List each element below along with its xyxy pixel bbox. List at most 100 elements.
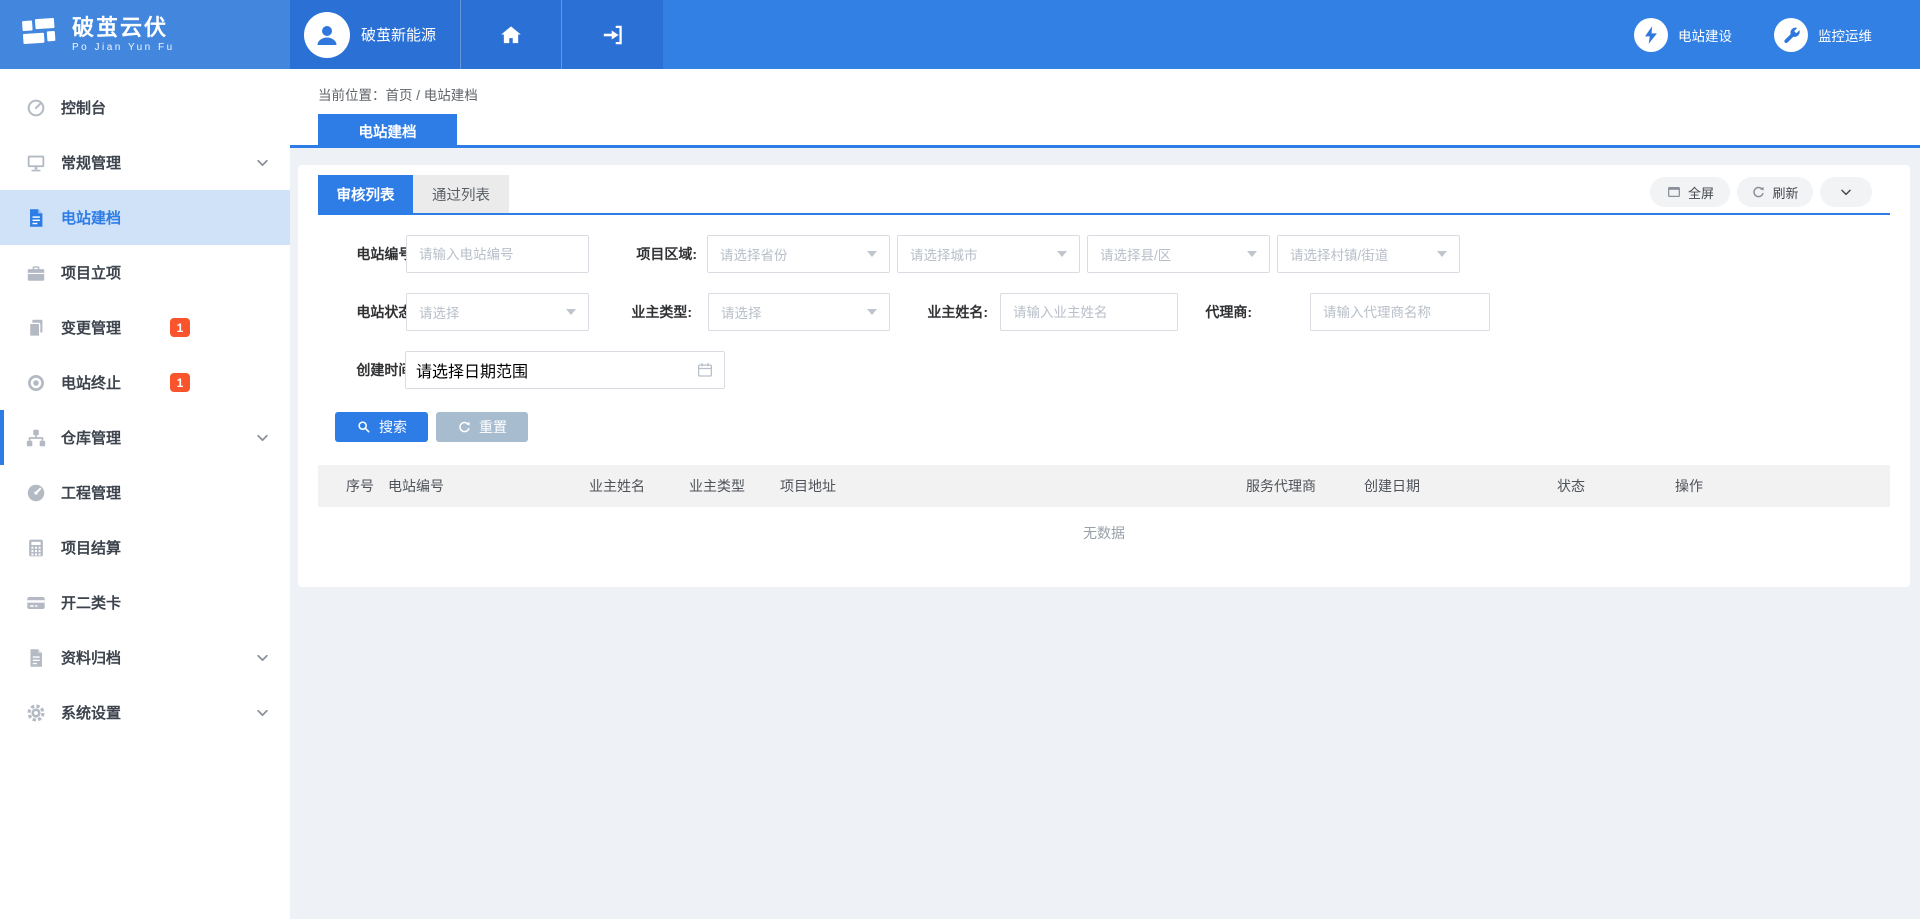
caret-down-icon [566, 309, 576, 315]
search-button[interactable]: 搜索 [335, 412, 428, 442]
agent-label: 代理商: [1153, 293, 1252, 331]
active-indicator-bar [0, 410, 4, 465]
user-name: 破茧新能源 [361, 24, 436, 45]
search-icon [356, 419, 372, 435]
sidebar-item-项目结算[interactable]: 项目结算 [0, 520, 290, 575]
chevron-down-icon [252, 152, 273, 173]
sidebar-item-label: 常规管理 [61, 152, 121, 173]
table-empty-state: 无数据 [318, 523, 1890, 543]
document-icon [25, 207, 47, 229]
owner-name-input[interactable] [1000, 293, 1178, 331]
briefcase-icon [25, 262, 47, 284]
home-icon [498, 22, 524, 48]
dashboard-icon [25, 482, 47, 504]
chevron-down-icon [1838, 184, 1854, 200]
page-header-bar: 当前位置：首页 / 电站建档 电站建档 [290, 69, 1920, 148]
gauge-icon [25, 97, 47, 119]
sidebar-item-label: 项目结算 [61, 537, 121, 558]
sidebar-item-电站建档[interactable]: 电站建档 [0, 190, 290, 245]
owner-type-select[interactable]: 请选择 [708, 293, 890, 331]
fullscreen-button[interactable]: 全屏 [1650, 177, 1730, 207]
lightning-icon [1634, 18, 1668, 52]
column-header-项目地址: 项目地址 [780, 476, 1246, 496]
select-placeholder: 请选择村镇/街道 [1290, 244, 1388, 264]
sidebar-item-label: 控制台 [61, 97, 106, 118]
sidebar: 控制台常规管理电站建档项目立项变更管理1电站终止1 仓库管理工程管理项目结算开二类… [0, 69, 290, 919]
sidebar-item-系统设置[interactable]: 系统设置 [0, 685, 290, 740]
page-tab-station-filing[interactable]: 电站建档 [318, 114, 457, 148]
column-header-业主姓名: 业主姓名 [589, 476, 689, 496]
chevron-down-icon [252, 647, 273, 668]
file-icon [25, 647, 47, 669]
copy-icon [25, 317, 47, 339]
column-header-创建日期: 创建日期 [1364, 476, 1557, 496]
created-time-label: 创建时间: [318, 351, 417, 389]
sidebar-item-变更管理[interactable]: 变更管理1 [0, 300, 290, 355]
monitor-icon [25, 152, 47, 174]
fullscreen-icon [1666, 184, 1682, 200]
sidebar-item-label: 电站终止 [61, 372, 121, 393]
avatar [304, 12, 350, 58]
sidebar-item-label: 开二类卡 [61, 592, 121, 613]
user-menu[interactable]: 破茧新能源 [290, 0, 460, 69]
header-mode-nav: 电站建设 监控运维 [1634, 0, 1872, 69]
breadcrumb-path[interactable]: 首页 / 电站建档 [386, 88, 478, 103]
sidebar-item-控制台[interactable]: 控制台 [0, 80, 290, 135]
tab-passed-list[interactable]: 通过列表 [413, 175, 509, 213]
wrench-icon [1774, 18, 1808, 52]
sidebar-item-电站终止[interactable]: 电站终止1 [0, 355, 290, 410]
town-select[interactable]: 请选择村镇/街道 [1277, 235, 1460, 273]
sidebar-item-label: 仓库管理 [61, 427, 121, 448]
sidebar-item-开二类卡[interactable]: 开二类卡 [0, 575, 290, 630]
sidebar-item-常规管理[interactable]: 常规管理 [0, 135, 290, 190]
content-panel: 审核列表 通过列表 全屏 刷新 [298, 165, 1910, 587]
column-header-状态: 状态 [1557, 476, 1675, 496]
sidebar-item-工程管理[interactable]: 工程管理 [0, 465, 290, 520]
district-select[interactable]: 请选择县/区 [1087, 235, 1270, 273]
logout-button[interactable] [561, 0, 663, 69]
sidebar-item-label: 系统设置 [61, 702, 121, 723]
breadcrumb-prefix: 当前位置： [318, 88, 386, 103]
sitemap-icon [25, 427, 47, 449]
app: 破茧云伏 Po Jian Yun Fu 破茧新能源 [0, 0, 1920, 919]
chevron-down-icon [252, 702, 273, 723]
sidebar-item-label: 资料归档 [61, 647, 121, 668]
nav-station-construction[interactable]: 电站建设 [1634, 18, 1732, 52]
sidebar-item-项目立项[interactable]: 项目立项 [0, 245, 290, 300]
nav-monitoring-ops[interactable]: 监控运维 [1774, 18, 1872, 52]
agent-input[interactable] [1310, 293, 1490, 331]
card-icon [25, 592, 47, 614]
owner-type-label: 业主类型: [593, 293, 692, 331]
calculator-icon [25, 537, 47, 559]
sidebar-item-仓库管理[interactable]: 仓库管理 [0, 410, 290, 465]
province-select[interactable]: 请选择省份 [707, 235, 890, 273]
collapse-toolbar-button[interactable] [1820, 177, 1872, 207]
column-header-电站编号: 电站编号 [388, 476, 589, 496]
tab-review-list[interactable]: 审核列表 [318, 175, 413, 213]
sidebar-item-label: 变更管理 [61, 317, 121, 338]
calendar-icon [696, 361, 714, 379]
owner-name-label: 业主姓名: [889, 293, 988, 331]
select-placeholder: 请选择省份 [720, 244, 788, 264]
station-no-input[interactable] [406, 235, 589, 273]
station-status-select[interactable]: 请选择 [406, 293, 589, 331]
city-select[interactable]: 请选择城市 [897, 235, 1080, 273]
sidebar-item-label: 电站建档 [61, 207, 121, 228]
column-header-序号: 序号 [318, 476, 388, 496]
reset-icon [457, 420, 472, 435]
caret-down-icon [867, 251, 877, 257]
column-header-服务代理商: 服务代理商 [1246, 476, 1364, 496]
refresh-icon [1751, 185, 1766, 200]
date-range-picker[interactable]: 请选择日期范围 [405, 351, 725, 389]
brand-logo[interactable]: 破茧云伏 Po Jian Yun Fu [0, 0, 290, 69]
column-header-业主类型: 业主类型 [689, 476, 780, 496]
reset-button[interactable]: 重置 [436, 412, 528, 442]
station-no-label: 电站编号: [318, 235, 417, 273]
breadcrumb: 当前位置：首页 / 电站建档 [318, 84, 478, 104]
home-button[interactable] [460, 0, 561, 69]
sidebar-item-label: 项目立项 [61, 262, 121, 283]
station-status-label: 电站状态: [318, 293, 417, 331]
sidebar-item-资料归档[interactable]: 资料归档 [0, 630, 290, 685]
refresh-button[interactable]: 刷新 [1737, 177, 1813, 207]
caret-down-icon [1057, 251, 1067, 257]
